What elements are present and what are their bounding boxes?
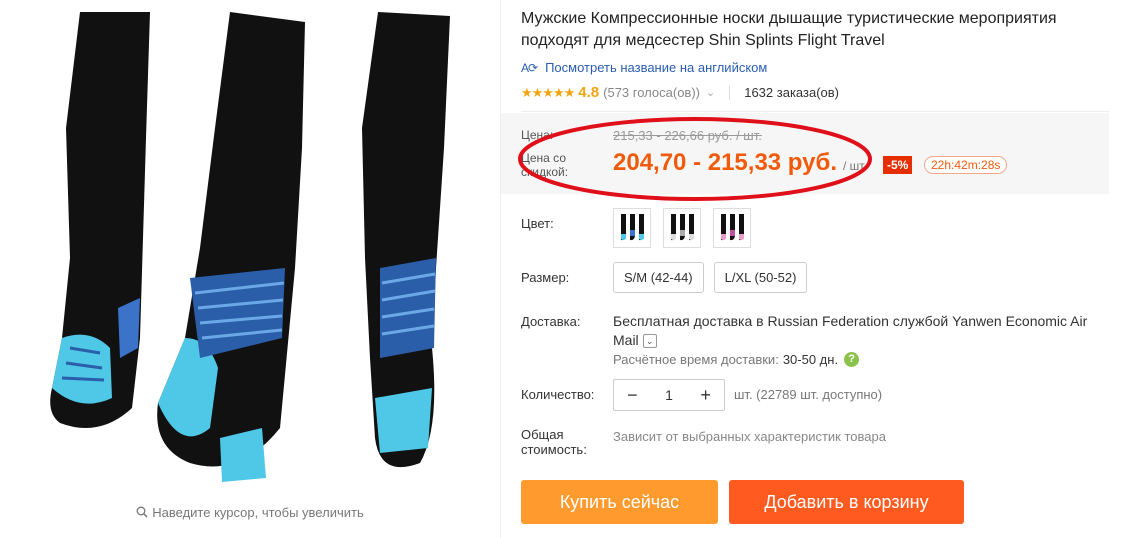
delivery-eta: Расчётное время доставки: 30-50 дн. ? — [613, 352, 860, 367]
size-label: Размер: — [521, 270, 570, 285]
highlight-ellipse — [518, 117, 872, 201]
product-image[interactable] — [40, 8, 460, 488]
chevron-down-icon[interactable]: ⌄ — [706, 86, 715, 99]
quantity-input[interactable]: 1 — [651, 387, 688, 403]
size-option-lxl[interactable]: L/XL (50-52) — [713, 262, 808, 293]
total-value: Зависит от выбранных характеристик товар… — [613, 429, 886, 444]
rating-row: ★★★★★ 4.8 (573 голоса(ов)) ⌄ 1632 заказа… — [521, 84, 839, 101]
panel-divider — [500, 0, 501, 538]
plus-button[interactable]: + — [687, 385, 724, 406]
total-label: Общая стоимость: — [521, 427, 587, 457]
size-options: S/M (42-44) L/XL (50-52) — [613, 262, 808, 293]
buy-now-button[interactable]: Купить сейчас — [521, 480, 718, 524]
rating-votes[interactable]: (573 голоса(ов)) — [603, 85, 700, 100]
translate-link-text[interactable]: Посмотреть название на английском — [545, 60, 767, 75]
rating-stars: ★★★★★ — [521, 84, 575, 100]
help-icon[interactable]: ? — [844, 352, 860, 367]
eta-label: Расчётное время доставки: — [613, 352, 779, 367]
product-details: Мужские Компрессионные носки дышащие тур… — [501, 0, 1121, 538]
product-gallery: Наведите курсор, чтобы увеличить — [0, 0, 500, 538]
magnifier-icon — [136, 506, 148, 521]
rating-separator — [729, 85, 731, 100]
color-options — [613, 208, 751, 248]
color-option-2[interactable] — [663, 208, 701, 248]
product-title: Мужские Компрессионные носки дышащие тур… — [521, 10, 1057, 49]
add-to-cart-button[interactable]: Добавить в корзину — [729, 480, 964, 524]
translate-icon: A⟳ — [521, 60, 538, 75]
delivery-text: Бесплатная доставка в Russian Federation… — [613, 313, 1088, 348]
zoom-hint: Наведите курсор, чтобы увеличить — [0, 505, 500, 521]
minus-button[interactable]: − — [614, 385, 651, 406]
header-divider — [521, 111, 1109, 112]
color-option-3[interactable] — [713, 208, 751, 248]
delivery-label: Доставка: — [521, 314, 581, 329]
color-label: Цвет: — [521, 216, 554, 231]
orders-count: 1632 заказа(ов) — [744, 85, 839, 100]
delivery-info: Бесплатная доставка в Russian Federation… — [613, 312, 1113, 350]
discount-badge: -5% — [883, 156, 913, 174]
quantity-available: шт. (22789 шт. доступно) — [734, 387, 883, 402]
discount-timer: 22h:42m:28s — [924, 156, 1008, 174]
size-option-sm[interactable]: S/M (42-44) — [613, 262, 704, 293]
zoom-hint-text: Наведите курсор, чтобы увеличить — [152, 505, 364, 520]
rating-score: 4.8 — [578, 84, 600, 101]
quantity-stepper: − 1 + — [613, 379, 725, 411]
quantity-label: Количество: — [521, 387, 595, 402]
color-option-1[interactable] — [613, 208, 651, 248]
chevron-down-icon[interactable]: ⌄ — [642, 334, 657, 348]
translate-link[interactable]: A⟳ Посмотреть название на английском — [521, 60, 767, 75]
eta-value: 30-50 дн. — [782, 352, 839, 367]
